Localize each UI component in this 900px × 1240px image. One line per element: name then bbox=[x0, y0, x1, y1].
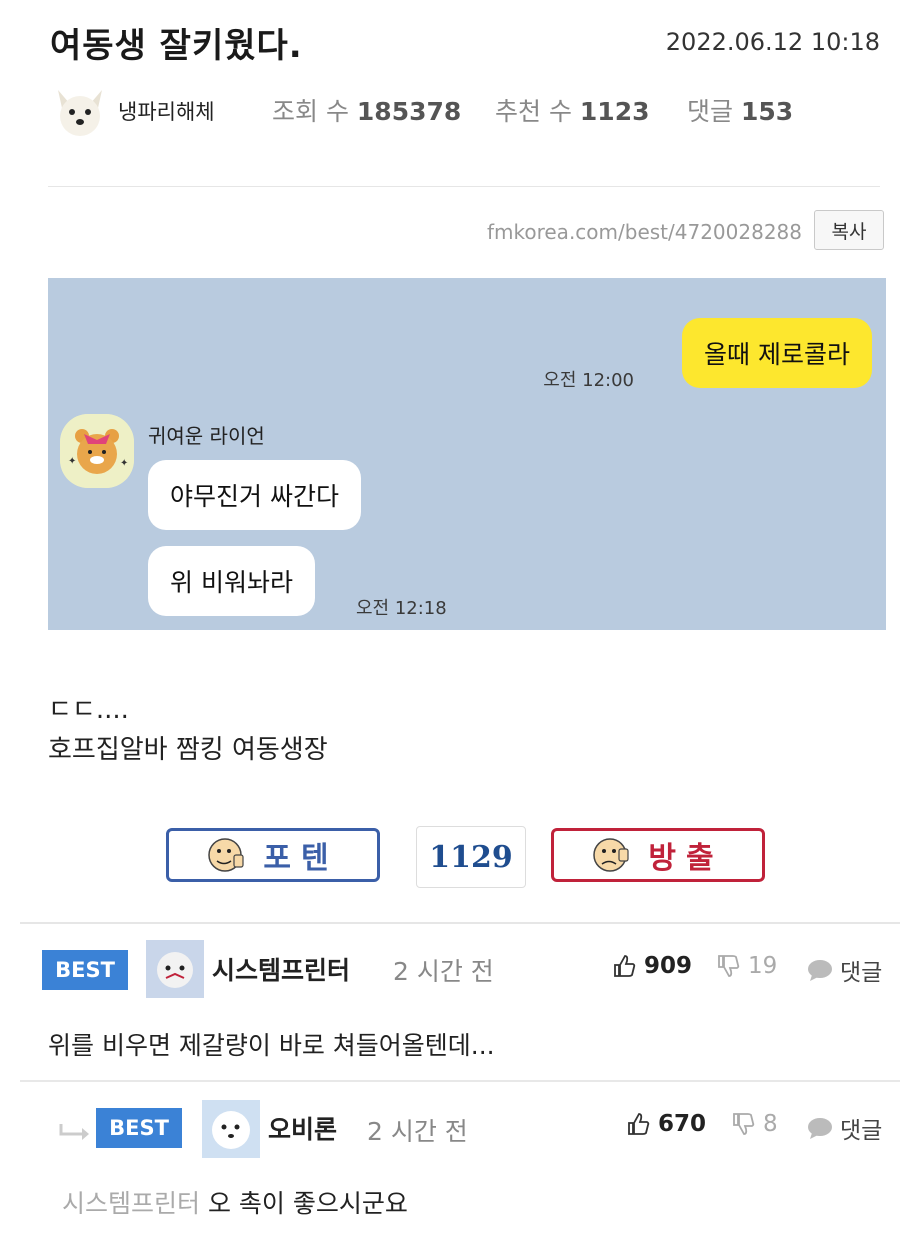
thumbs-up-icon bbox=[628, 1113, 650, 1135]
speech-bubble-icon bbox=[808, 1118, 832, 1139]
copy-url-button[interactable]: 복사 bbox=[814, 210, 884, 250]
post-body-line: 호프집알바 짬킹 여동생장 bbox=[48, 735, 328, 765]
svg-text:✦: ✦ bbox=[120, 458, 128, 469]
sent-time: 오전 12:00 bbox=[543, 370, 634, 391]
comments-count: 153 bbox=[740, 97, 794, 126]
thumbs-down-face-icon bbox=[593, 838, 629, 872]
comment-like-button[interactable]: 909 bbox=[612, 953, 692, 979]
received-message-bubble: 야무진거 싸간다 bbox=[148, 460, 361, 530]
sent-message-bubble: 올때 제로콜라 bbox=[682, 318, 872, 388]
comment-text: 위를 비우면 제갈량이 바로 쳐들어올텐데... bbox=[48, 1031, 495, 1060]
chat-screenshot-image: 오전 12:00 올때 제로콜라 ✦ ✦ 귀여운 라이언 야무진거 싸간다 위 … bbox=[48, 278, 886, 630]
post-body: ㄷㄷ.... 호프집알바 짬킹 여동생장 bbox=[48, 690, 328, 770]
reply-arrow-icon bbox=[59, 1124, 89, 1140]
vote-up-label: 포텐 bbox=[263, 841, 339, 876]
chat-contact-name: 귀여운 라이언 bbox=[148, 424, 265, 448]
comment-author[interactable]: 시스템프린터 bbox=[212, 951, 350, 987]
comment-time: 2 시간 전 bbox=[367, 1117, 468, 1146]
views-label: 조회 수 bbox=[272, 97, 349, 126]
thumbs-down-icon bbox=[718, 955, 740, 977]
commenter-avatar[interactable] bbox=[146, 940, 204, 998]
author-avatar[interactable] bbox=[52, 84, 108, 140]
vote-down-button[interactable]: 방출 bbox=[551, 828, 765, 882]
header-divider bbox=[48, 186, 880, 187]
svg-text:✦: ✦ bbox=[68, 456, 76, 467]
received-message-bubble: 위 비워놔라 bbox=[148, 546, 315, 616]
comments-divider bbox=[20, 922, 900, 924]
comment-divider bbox=[20, 1080, 900, 1082]
views-count: 185378 bbox=[356, 97, 462, 126]
comments-label: 댓글 bbox=[687, 97, 734, 126]
post-url[interactable]: fmkorea.com/best/4720028288 bbox=[487, 220, 802, 244]
reply-to-author[interactable]: 시스템프린터 bbox=[62, 1189, 200, 1218]
post-body-line: ㄷㄷ.... bbox=[48, 695, 129, 725]
vote-up-button[interactable]: 포텐 bbox=[166, 828, 380, 882]
comment-reply-button[interactable]: 댓글 bbox=[806, 953, 882, 987]
ryan-avatar-icon: ✦ ✦ bbox=[60, 414, 134, 488]
reply-label: 댓글 bbox=[840, 960, 883, 986]
dislike-count: 19 bbox=[748, 953, 778, 979]
commenter-avatar[interactable] bbox=[202, 1100, 260, 1158]
comment-author[interactable]: 오비론 bbox=[268, 1110, 337, 1146]
received-time: 오전 12:18 bbox=[356, 598, 447, 619]
comment-dislike-button[interactable]: 8 bbox=[731, 1111, 778, 1137]
vote-down-label: 방출 bbox=[648, 841, 724, 876]
vote-count: 1129 bbox=[416, 826, 526, 888]
like-count: 909 bbox=[644, 953, 693, 979]
comment-text: 시스템프린터 오 촉이 좋으시군요 bbox=[62, 1184, 408, 1220]
dislike-count: 8 bbox=[763, 1111, 778, 1137]
like-count: 670 bbox=[658, 1111, 707, 1137]
thumbs-up-icon bbox=[614, 955, 636, 977]
post-title: 여동생 잘키웠다. bbox=[50, 26, 303, 66]
recommends-stat: 추천 수 1123 bbox=[495, 92, 650, 128]
author-name[interactable]: 냉파리해체 bbox=[118, 96, 215, 126]
comment-reply-button[interactable]: 댓글 bbox=[806, 1111, 882, 1145]
comment-time: 2 시간 전 bbox=[393, 957, 494, 986]
views-stat: 조회 수 185378 bbox=[272, 92, 461, 128]
best-badge: BEST bbox=[96, 1108, 182, 1148]
post-date: 2022.06.12 10:18 bbox=[665, 28, 880, 56]
comments-stat: 댓글 153 bbox=[687, 92, 793, 128]
comment-like-button[interactable]: 670 bbox=[626, 1111, 706, 1137]
thumbs-down-icon bbox=[733, 1113, 755, 1135]
best-badge: BEST bbox=[42, 950, 128, 990]
reply-label: 댓글 bbox=[840, 1118, 883, 1144]
comment-text-body: 오 촉이 좋으시군요 bbox=[207, 1189, 408, 1218]
comment-dislike-button[interactable]: 19 bbox=[716, 953, 777, 979]
recommends-label: 추천 수 bbox=[495, 97, 572, 126]
thumbs-up-face-icon bbox=[208, 838, 244, 872]
speech-bubble-icon bbox=[808, 960, 832, 981]
recommends-count: 1123 bbox=[579, 97, 650, 126]
